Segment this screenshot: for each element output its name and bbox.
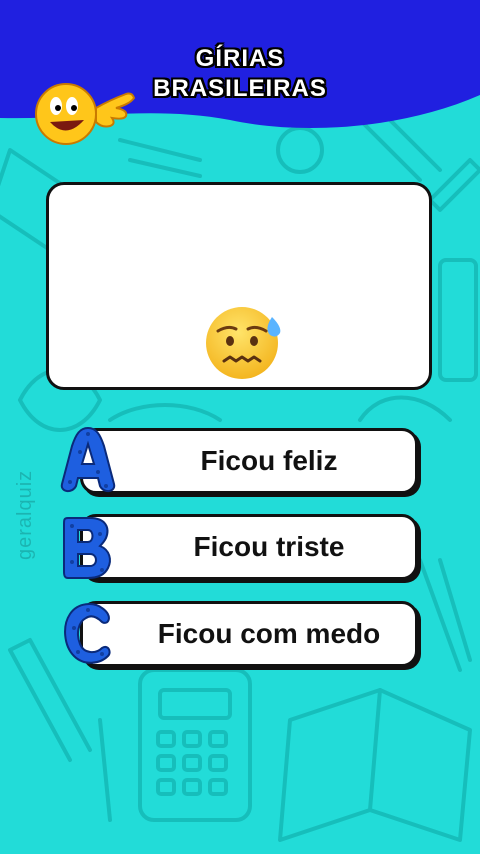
answer-label-a: Ficou feliz (200, 445, 338, 476)
answer-label-b: Ficou triste (193, 531, 345, 562)
title-line-2: BRASILEIRAS (153, 75, 327, 102)
question-card (46, 182, 432, 390)
pointing-smiley-icon (35, 83, 136, 145)
watermark: geralquiz (14, 469, 36, 560)
title-line-1: GÍRIAS (195, 45, 285, 72)
anxious-sweat-face-icon (206, 307, 281, 379)
letter-c-badge: C (64, 603, 111, 664)
letter-a-badge: A (60, 426, 116, 492)
answer-option-c[interactable]: Ficou com medo (80, 601, 418, 667)
answer-label-c: Ficou com medo (157, 618, 381, 649)
answer-option-b[interactable]: Ficou triste (80, 514, 418, 580)
answer-option-a[interactable]: Ficou feliz (80, 428, 418, 494)
app-title: GÍRIAS BRASILEIRAS (140, 44, 340, 104)
letter-b-badge: B (63, 517, 111, 579)
